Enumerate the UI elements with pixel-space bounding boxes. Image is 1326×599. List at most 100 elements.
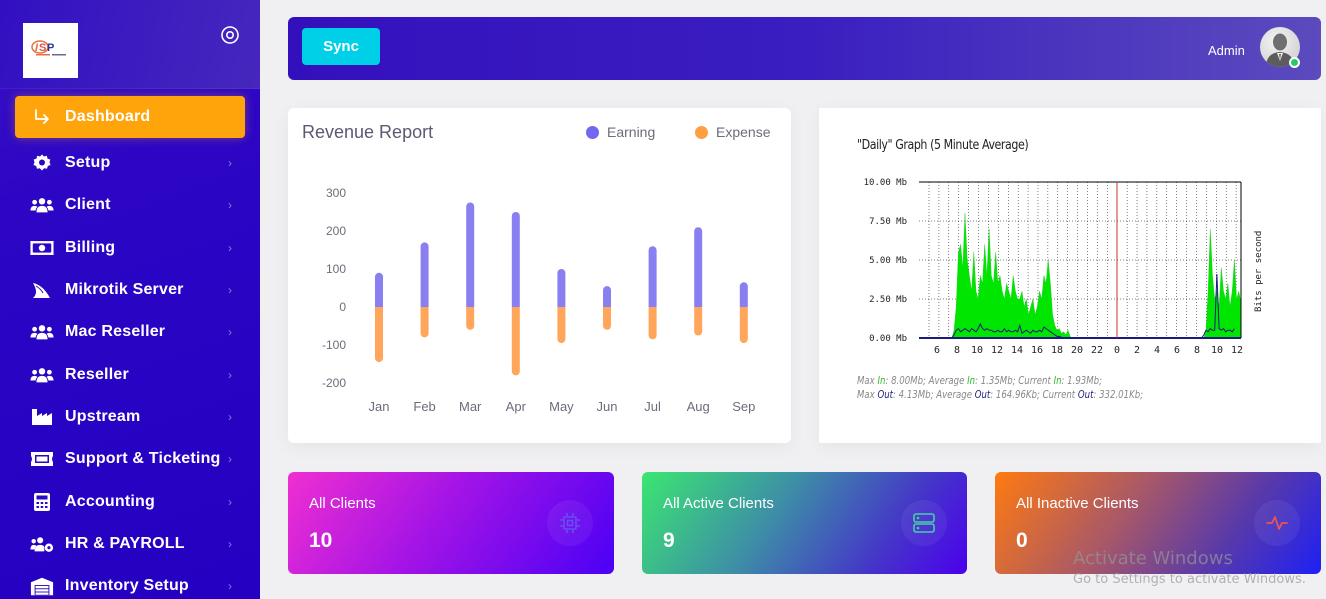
- x-tick-label: Aug: [687, 399, 710, 414]
- sidebar-item-reseller[interactable]: Reseller ›: [0, 353, 260, 395]
- chevron-right-icon: ›: [228, 494, 232, 509]
- y-tick-label: -100: [322, 338, 346, 352]
- x-tick-label: Apr: [506, 399, 527, 414]
- bar-expense: [466, 307, 475, 330]
- current-in-value: 1.93Mb: [1067, 374, 1100, 387]
- bar-earning: [694, 227, 703, 307]
- x-tick-label: Mar: [459, 399, 482, 414]
- x-tick-label: Jan: [369, 399, 390, 414]
- x-tick-label: 12: [1231, 345, 1243, 356]
- y-tick-label: 10.00 Mb: [864, 178, 907, 188]
- traffic-stats-in-line: Max In: 8.00Mb; Average In: 1.35Mb; Curr…: [857, 374, 1103, 387]
- sidebar-item-support-ticketing[interactable]: Support & Ticketing ›: [0, 438, 260, 480]
- legend-item-earning[interactable]: Earning: [586, 124, 655, 140]
- users-icon: [30, 195, 54, 215]
- y-tick-label: 5.00 Mb: [869, 256, 907, 266]
- stat-value: 0: [1016, 529, 1028, 552]
- sidebar-item-label: HR & PAYROLL: [65, 534, 185, 552]
- legend-label: Earning: [607, 124, 656, 140]
- users-icon: [30, 322, 54, 342]
- legend-item-expense[interactable]: Expense: [695, 124, 770, 140]
- avg-in-value: 1.35Mb: [980, 374, 1013, 387]
- current-out-value: 332.01Kb: [1099, 388, 1141, 401]
- stat-card-all-clients[interactable]: All Clients 10: [288, 472, 614, 574]
- legend-label: Expense: [716, 124, 771, 140]
- calculator-icon: [30, 492, 54, 512]
- x-tick-label: Feb: [413, 399, 435, 414]
- sidebar-toggle-icon[interactable]: [220, 25, 240, 45]
- sidebar-nav: Dashboard Setup › Client › Billing › Mik…: [0, 96, 260, 599]
- x-tick-label: 20: [1071, 345, 1083, 356]
- sidebar-item-mac-reseller[interactable]: Mac Reseller ›: [0, 311, 260, 353]
- stat-label: All Active Clients: [663, 495, 774, 512]
- max-out-value: 4.13Mb: [898, 388, 931, 401]
- warehouse-icon: [30, 576, 54, 596]
- bar-expense: [420, 307, 429, 338]
- sidebar-item-label: Mikrotik Server: [65, 281, 184, 299]
- x-tick-label: 16: [1031, 345, 1043, 356]
- bar-expense: [557, 307, 566, 344]
- svg-text:P: P: [47, 42, 54, 54]
- revenue-report-title: Revenue Report: [302, 122, 434, 142]
- traffic-graph-title: "Daily" Graph (5 Minute Average): [857, 138, 1029, 153]
- sidebar-item-mikrotik-server[interactable]: Mikrotik Server ›: [0, 269, 260, 311]
- chevron-right-icon: ›: [228, 156, 232, 171]
- sidebar-item-inventory-setup[interactable]: Inventory Setup ›: [0, 565, 260, 599]
- x-tick-label: 14: [1011, 345, 1023, 356]
- sidebar-item-billing[interactable]: Billing ›: [0, 227, 260, 269]
- revenue-report-card: 300 200 100 0 -100 -200 Jan Feb Mar Apr May Jun Jul A…: [288, 108, 791, 443]
- sidebar-item-label: Mac Reseller: [65, 323, 166, 341]
- stat-value: 10: [309, 529, 333, 552]
- bar-expense: [694, 307, 703, 336]
- x-tick-label: 6: [934, 345, 940, 356]
- user-name[interactable]: Admin: [1208, 43, 1245, 58]
- stat-card-active-clients[interactable]: All Active Clients 9: [642, 472, 967, 574]
- sidebar-item-upstream[interactable]: Upstream ›: [0, 396, 260, 438]
- x-tick-label: May: [549, 399, 574, 414]
- windows-activation-watermark: Activate Windows Go to Settings to activ…: [1073, 548, 1306, 587]
- revenue-bar-chart: 300 200 100 0 -100 -200 Jan Feb Mar Apr May Jun Jul A…: [322, 186, 755, 414]
- logo[interactable]: I S P: [23, 23, 78, 78]
- bar-earning: [739, 282, 748, 307]
- series-in-area: [919, 213, 1242, 339]
- max-in-value: 8.00Mb: [891, 374, 924, 387]
- x-tick-label: 10: [1211, 345, 1223, 356]
- x-tick-label: 10: [971, 345, 983, 356]
- chevron-right-icon: ›: [228, 452, 232, 467]
- bar-expense: [603, 307, 611, 330]
- x-tick-label: Jul: [644, 399, 661, 414]
- sidebar-item-hr-payroll[interactable]: HR & PAYROLL ›: [0, 523, 260, 565]
- x-tick-label: 8: [954, 345, 960, 356]
- money-bill-icon: [30, 238, 54, 258]
- sidebar-item-dashboard[interactable]: Dashboard: [15, 96, 245, 138]
- stat-label: All Clients: [309, 495, 376, 512]
- sidebar-item-label: Billing: [65, 238, 116, 256]
- sidebar-item-label: Inventory Setup: [65, 577, 189, 595]
- x-tick-label: 4: [1154, 345, 1160, 356]
- bar-expense: [511, 307, 520, 376]
- activity-icon: [1254, 500, 1300, 546]
- chevron-right-icon: ›: [228, 198, 232, 213]
- sidebar-item-client[interactable]: Client ›: [0, 184, 260, 226]
- sidebar-header: I S P: [0, 0, 260, 89]
- sync-button[interactable]: Sync: [302, 28, 380, 65]
- x-tick-label: 6: [1174, 345, 1180, 356]
- chevron-right-icon: ›: [228, 240, 232, 255]
- sidebar-item-setup[interactable]: Setup ›: [0, 142, 260, 184]
- bar-earning: [511, 212, 520, 307]
- x-tick-label: Sep: [732, 399, 755, 414]
- sidebar-item-label: Accounting: [65, 492, 155, 510]
- arrow-turn-down-right-icon: [30, 107, 54, 127]
- isp-logo-icon: I S P: [31, 40, 66, 56]
- bar-earning: [375, 272, 383, 307]
- y-tick-label: 7.50 Mb: [869, 217, 907, 227]
- traffic-graph-card: 10.00 Mb 7.50 Mb 5.00 Mb 2.50 Mb 0.00 Mb 6 8 10…: [819, 108, 1321, 443]
- sidebar-item-accounting[interactable]: Accounting ›: [0, 480, 260, 522]
- y-tick-label: 100: [326, 262, 346, 276]
- sidebar-item-label: Upstream: [65, 407, 141, 425]
- x-tick-label: 12: [991, 345, 1003, 356]
- y-tick-label: 2.50 Mb: [869, 295, 907, 305]
- gear-icon: [30, 153, 54, 173]
- traffic-stats: Max In: 8.00Mb; Average In: 1.35Mb; Curr…: [857, 374, 1143, 402]
- bar-expense: [739, 307, 748, 344]
